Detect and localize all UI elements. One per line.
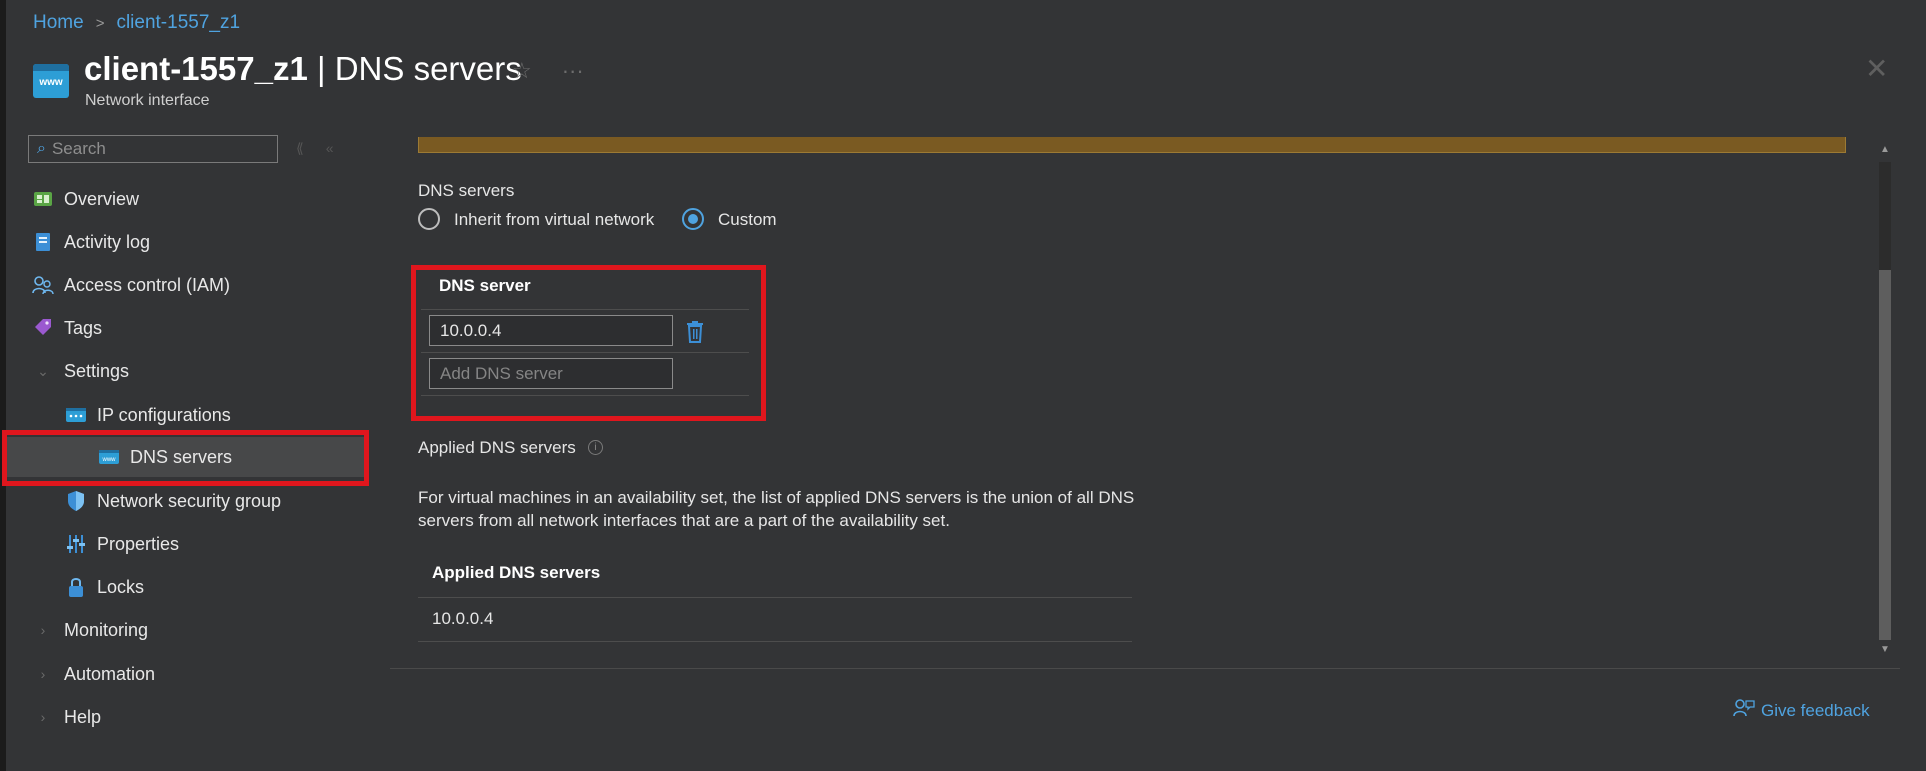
chevron-down-icon: ⌄ [37,362,49,379]
sidebar-item-label: Overview [64,188,140,209]
page-title: client-1557_z1 | DNS servers [84,50,522,88]
search-icon: ⌕ [37,140,46,157]
page-title-resource: client-1557_z1 [84,50,308,87]
sidebar-search-input[interactable]: ⌕ Search [28,135,278,163]
sidebar-item-tags[interactable]: Tags [0,308,370,348]
highlight-box-sidebar [2,430,369,486]
sidebar-tool-icon[interactable]: ⟪ [296,140,304,157]
tag-icon [32,318,54,338]
chevron-right-icon: › [40,709,46,725]
sidebar-item-label: Activity log [64,231,151,252]
scroll-down-icon[interactable]: ▼ [1876,644,1894,655]
radio-inherit-label[interactable]: Inherit from virtual network [454,210,654,230]
network-interface-icon: www [33,64,69,98]
sidebar-item-label: Settings [64,360,130,381]
breadcrumb-separator: > [95,14,105,32]
more-options-icon[interactable]: ··· [562,58,584,84]
info-icon[interactable]: i [588,440,603,455]
vertical-scrollbar[interactable]: ▲ ▼ [1876,142,1894,662]
dns-servers-label: DNS servers [418,181,515,200]
ip-config-icon [65,405,87,425]
breadcrumb-home[interactable]: Home [33,12,84,34]
properties-icon [65,534,87,554]
sidebar-item-overview[interactable]: Overview [0,179,370,219]
sidebar-item-label: Properties [97,533,180,554]
collapse-sidebar-icon[interactable]: « [326,140,334,157]
sidebar-item-label: Automation [64,663,156,684]
lock-icon [65,577,87,597]
warning-banner [418,137,1846,153]
highlight-box-dns-table [411,265,766,421]
feedback-label: Give feedback [1761,700,1870,720]
radio-custom-label[interactable]: Custom [718,210,777,230]
activity-log-icon [32,232,54,252]
radio-custom[interactable] [682,208,704,230]
sidebar-item-network-security-group[interactable]: Network security group [0,481,370,521]
applied-dns-value: 10.0.0.4 [432,609,494,628]
sidebar-item-label: Help [64,706,102,727]
page-title-section: | DNS servers [307,50,522,87]
applied-dns-label: Applied DNS servers [418,438,576,457]
iam-icon [32,275,54,295]
radio-inherit[interactable] [418,208,440,230]
applied-dns-description: For virtual machines in an availability … [418,488,1135,530]
search-placeholder: Search [51,139,106,158]
sidebar-item-label: IP configurations [97,404,231,425]
divider [418,597,1132,598]
sidebar-item-label: Access control (IAM) [64,274,231,295]
sidebar-item-locks[interactable]: Locks [0,567,370,607]
sidebar-group-monitoring[interactable]: › Monitoring [0,610,370,650]
applied-table-header: Applied DNS servers [432,563,601,582]
sidebar-item-access-control[interactable]: Access control (IAM) [0,265,370,305]
shield-icon [65,491,87,511]
panel-divider [390,668,1900,669]
sidebar-group-settings[interactable]: ⌄ Settings [0,351,370,391]
close-icon[interactable]: ✕ [1865,52,1888,85]
feedback-icon [1733,698,1755,723]
favorite-star-icon[interactable]: ☆ [512,58,532,84]
sidebar-item-properties[interactable]: Properties [0,524,370,564]
sidebar-group-help[interactable]: › Help [0,697,370,737]
breadcrumb: Home > client-1557_z1 [33,12,240,34]
divider [418,641,1132,642]
sidebar-group-automation[interactable]: › Automation [0,654,370,694]
overview-icon [32,189,54,209]
sidebar-item-ip-configurations[interactable]: IP configurations [0,395,370,435]
sidebar-item-label: Tags [64,317,103,338]
chevron-right-icon: › [40,622,46,638]
sidebar-item-label: Monitoring [64,619,149,640]
sidebar-item-activity-log[interactable]: Activity log [0,222,370,262]
breadcrumb-current[interactable]: client-1557_z1 [116,12,240,34]
sidebar-item-label: Network security group [97,490,282,511]
chevron-right-icon: › [40,666,46,682]
sidebar-item-label: Locks [97,576,145,597]
scroll-thumb[interactable] [1879,270,1891,640]
give-feedback-link[interactable]: Give feedback [1733,698,1870,723]
scroll-up-icon[interactable]: ▲ [1876,144,1894,155]
page-subtitle: Network interface [85,92,210,109]
